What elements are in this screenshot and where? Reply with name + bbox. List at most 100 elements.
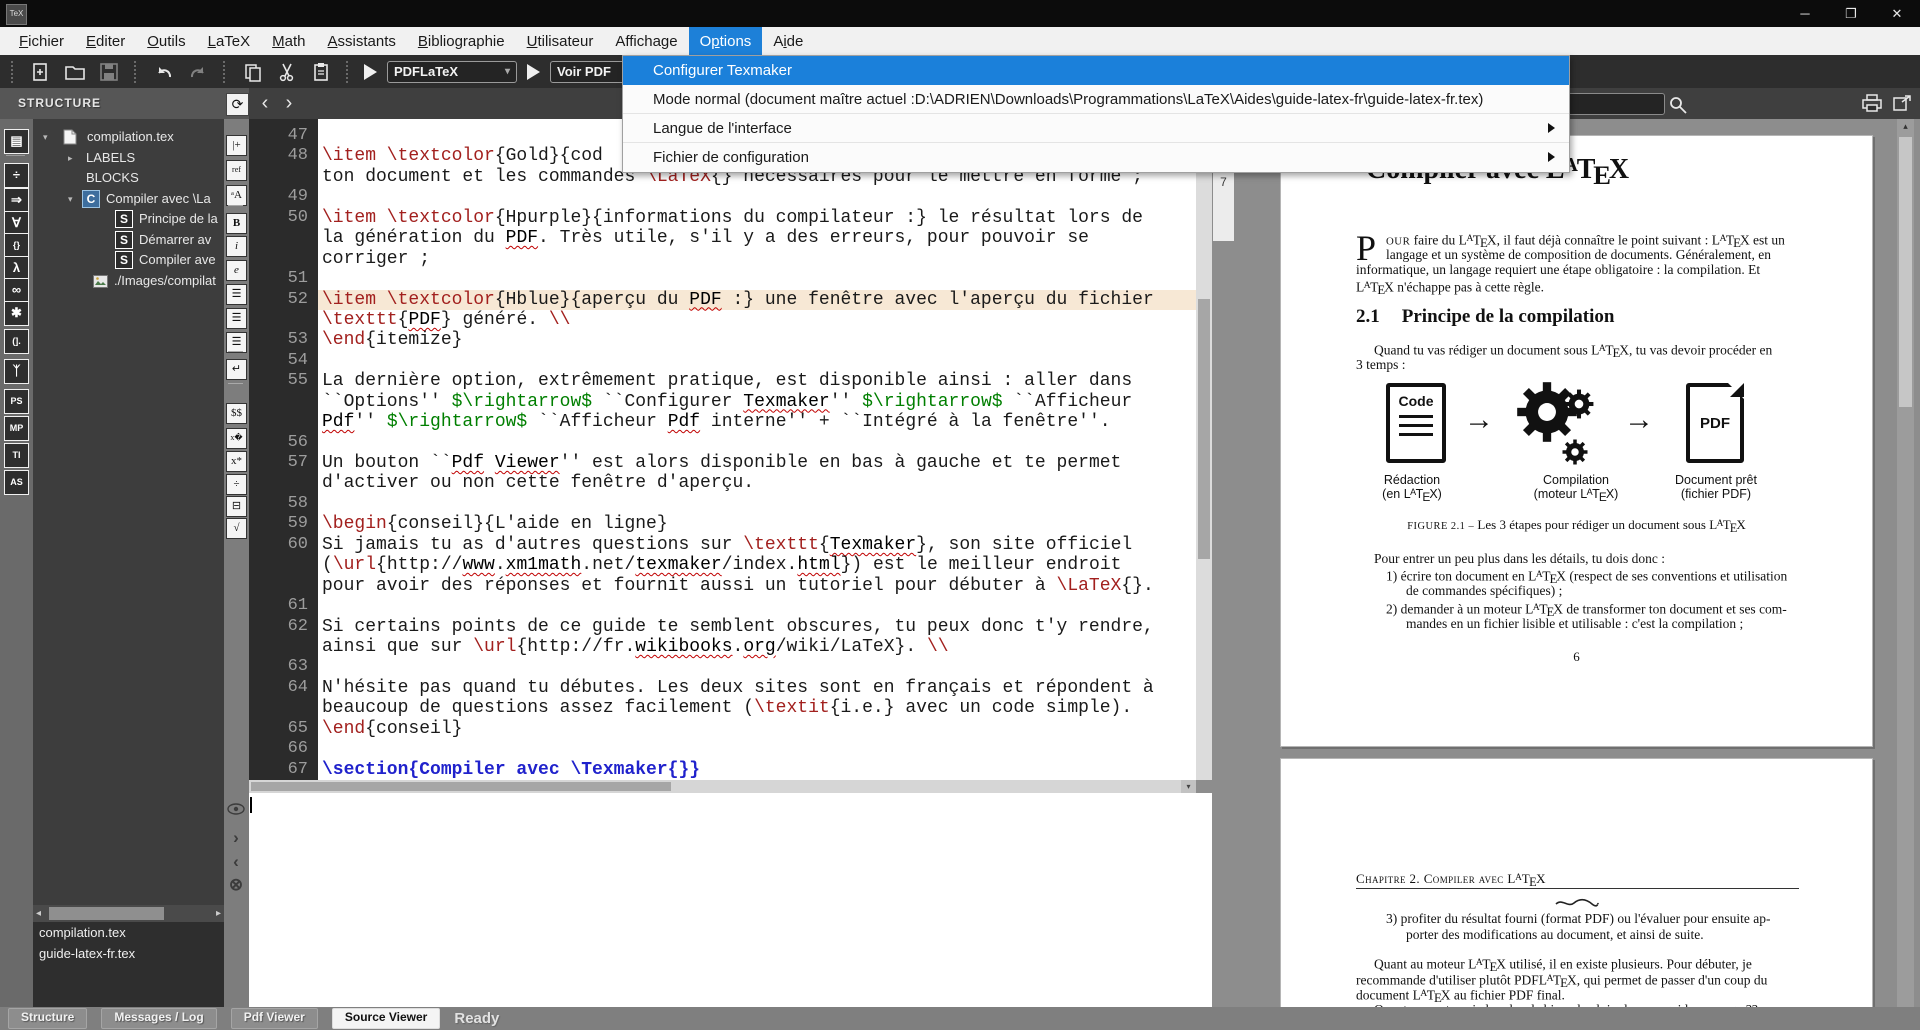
run-view-icon[interactable] [527, 64, 540, 80]
menu-item-configurer[interactable]: Configurer Texmaker [623, 56, 1569, 85]
code-line[interactable]: La dernière option, extrêmement pratique… [318, 371, 1196, 391]
fontsize-icon[interactable]: ᵃA [226, 185, 247, 206]
italic-icon[interactable]: i [226, 236, 247, 257]
menu-editer[interactable]: Editer [75, 27, 136, 55]
redo-icon[interactable] [186, 60, 210, 84]
undo-icon[interactable] [152, 60, 176, 84]
scroll-down-icon[interactable]: ▾ [1181, 780, 1196, 793]
refresh-structure-icon[interactable]: ⟳ [226, 93, 249, 116]
statusbar-button-pdf-viewer[interactable]: Pdf Viewer [231, 1008, 318, 1029]
statusbar-button-source-viewer[interactable]: Source Viewer [332, 1008, 441, 1029]
tikz-tab-icon[interactable]: TI [4, 443, 29, 468]
code-line[interactable]: \end{itemize} [318, 330, 1196, 350]
code-line[interactable]: \begin{conseil}{L'aide en ligne} [318, 514, 1196, 534]
tree-expander-icon[interactable]: ▾ [68, 189, 73, 209]
code-line[interactable]: \item \textcolor{Hpurple}{informations d… [318, 208, 1196, 228]
tree-item-d-marrer-av[interactable]: SDémarrer av [33, 230, 224, 250]
detach-viewer-icon[interactable] [1892, 94, 1912, 117]
accents-tab-icon[interactable]: ᛉ [4, 359, 29, 384]
save-icon[interactable] [97, 60, 121, 84]
code-line[interactable]: d'activer ou non cette fenêtre d'aperçu. [318, 473, 1196, 493]
code-line[interactable]: ``Options'' $\rightarrow$ ``Configurer T… [318, 392, 1196, 412]
newline-icon[interactable]: ↵ [226, 359, 247, 380]
search-icon[interactable] [1668, 95, 1688, 120]
code-line[interactable] [318, 657, 1196, 677]
code-line[interactable]: pour avoir des réponses et fournit aussi… [318, 576, 1196, 596]
open-file-guide-latex-fr-tex[interactable]: guide-latex-fr.tex [33, 943, 224, 964]
paste-icon[interactable] [309, 60, 333, 84]
arrows-tab-icon[interactable]: ⇒ [4, 188, 29, 213]
statusbar-button-structure[interactable]: Structure [8, 1008, 87, 1029]
menu-fichier[interactable]: Fichier [8, 27, 75, 55]
tree-item--images-compilat[interactable]: ./Images/compilat [33, 271, 224, 291]
code-line[interactable]: N'hésite pas quand tu débutes. Les deux … [318, 678, 1196, 698]
code-line[interactable] [318, 596, 1196, 616]
tree-item-compiler-avec-la[interactable]: ▾CCompiler avec \La [33, 189, 224, 209]
menu-affichage[interactable]: Affichage [604, 27, 688, 55]
pdf-vscrollbar[interactable]: ▴ [1897, 119, 1914, 1007]
superscript-icon[interactable]: x* [226, 451, 247, 472]
pstricks-tab-icon[interactable]: PS [4, 389, 29, 414]
subscript-icon[interactable]: x� [226, 428, 247, 449]
editor-hscrollbar[interactable]: ▾ [249, 780, 1196, 793]
inline-math-icon[interactable]: $$ [226, 403, 247, 424]
code-line[interactable]: la génération du PDF. Très utile, s'il y… [318, 228, 1196, 248]
statusbar-button-messages-log[interactable]: Messages / Log [101, 1008, 216, 1029]
menu-math[interactable]: Math [261, 27, 316, 55]
code-line[interactable] [318, 351, 1196, 371]
open-folder-icon[interactable] [63, 60, 87, 84]
sqrt-icon[interactable]: √ [226, 518, 247, 539]
tab-next-icon[interactable]: › [278, 92, 300, 114]
structure-tab-icon[interactable]: ▤ [4, 129, 29, 154]
code-line[interactable] [318, 739, 1196, 759]
source-editor[interactable]: \item \textcolor{Gold}{codton document e… [318, 119, 1196, 780]
code-line[interactable]: Si jamais tu as d'autres questions sur \… [318, 535, 1196, 555]
align-right-icon[interactable]: ☰ [226, 332, 247, 353]
compile-command-select[interactable]: PDFLaTeX▾ [387, 61, 517, 83]
messages-log-area[interactable] [249, 793, 1212, 1007]
insert-icon[interactable]: |+ [226, 135, 247, 156]
structure-hscrollbar[interactable]: ◂▸ [33, 905, 224, 922]
bold-icon[interactable]: B [226, 213, 247, 234]
code-line[interactable]: Pdf'' $\rightarrow$ ``Afficheur Pdf inte… [318, 412, 1196, 432]
menu-outils[interactable]: Outils [136, 27, 196, 55]
align-left-icon[interactable]: ☰ [226, 284, 247, 305]
tree-item-blocks[interactable]: BLOCKS [33, 168, 224, 188]
menu-bibliographie[interactable]: Bibliographie [407, 27, 516, 55]
code-line[interactable]: corriger ; [318, 249, 1196, 269]
maximize-button[interactable]: ❐ [1828, 0, 1874, 27]
open-file-compilation-tex[interactable]: compilation.tex [33, 922, 224, 943]
menu-options[interactable]: Options [689, 27, 763, 55]
misc-math-tab-icon[interactable]: ∞ [4, 278, 29, 303]
menu-item-fichier[interactable]: Fichier de configuration [623, 143, 1569, 172]
scroll-up-icon[interactable]: ▴ [1897, 121, 1914, 132]
frac-icon[interactable]: ÷ [226, 474, 247, 495]
tree-item-labels[interactable]: ▸LABELS [33, 148, 224, 168]
tree-item-compiler-ave[interactable]: SCompiler ave [33, 250, 224, 270]
emph-icon[interactable]: e [226, 260, 247, 281]
code-line[interactable]: \item \textcolor{Hblue}{aperçu du PDF :}… [318, 290, 1196, 310]
next-icon[interactable]: › [226, 828, 246, 848]
new-document-icon[interactable] [29, 60, 53, 84]
close-button[interactable]: ✕ [1874, 0, 1920, 27]
brackets-tab-icon[interactable]: (]. [4, 329, 29, 354]
code-line[interactable] [318, 433, 1196, 453]
code-line[interactable] [318, 494, 1196, 514]
menu-latex[interactable]: LaTeX [197, 27, 262, 55]
code-line[interactable]: Si certains points de ce guide te semble… [318, 617, 1196, 637]
relations-tab-icon[interactable]: ÷ [4, 163, 29, 188]
tree-expander-icon[interactable]: ▸ [68, 148, 73, 168]
tree-expander-icon[interactable]: ▾ [43, 127, 48, 147]
tree-item-principe-de-la[interactable]: SPrincipe de la [33, 209, 224, 229]
code-line[interactable] [318, 269, 1196, 289]
tab-prev-icon[interactable]: ‹ [254, 92, 276, 114]
align-center-icon[interactable]: ☰ [226, 308, 247, 329]
delimiters-tab-icon[interactable]: {} [4, 233, 29, 258]
tree-item-compilation-tex[interactable]: ▾compilation.tex [33, 127, 224, 147]
stop-icon[interactable]: ⊗ [226, 875, 246, 895]
prev-icon[interactable]: ‹ [226, 852, 246, 872]
code-line[interactable]: \texttt{PDF} généré. \\ [318, 310, 1196, 330]
run-compile-icon[interactable] [364, 64, 377, 80]
minimize-button[interactable]: ─ [1782, 0, 1828, 27]
code-line[interactable]: Un bouton ``Pdf Viewer'' est alors dispo… [318, 453, 1196, 473]
